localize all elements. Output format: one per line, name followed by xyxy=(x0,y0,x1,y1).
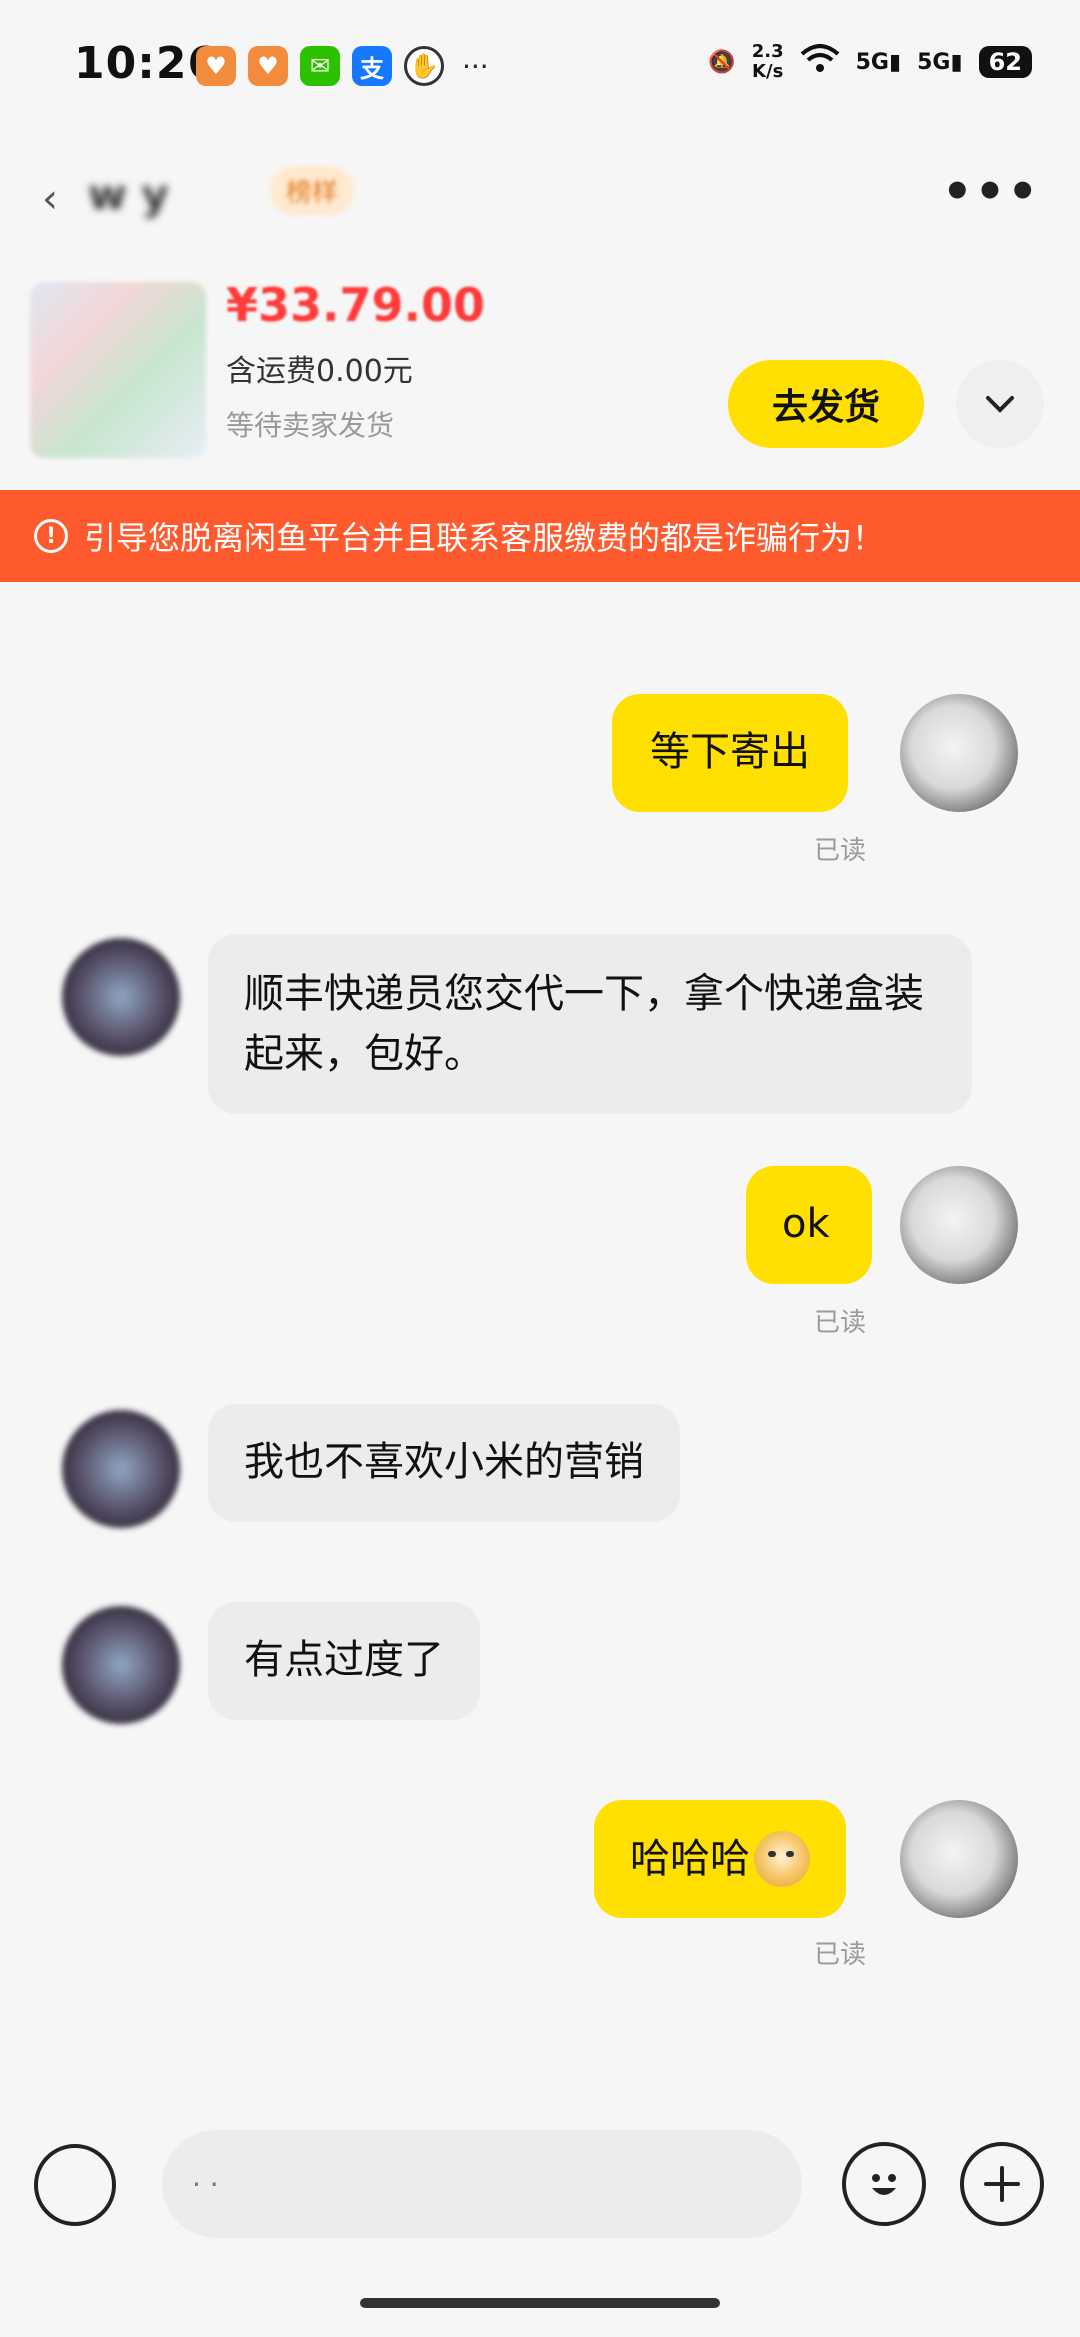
heart-app-icon-2: ♥ xyxy=(248,46,288,86)
network-speed: 2.3 K/s xyxy=(751,41,784,82)
chat-screen: 10:26 ♥ ♥ ✉ 支 ✋ ··· 🔕 2.3 K/s 5G▮ 5G▮ 62… xyxy=(0,0,1080,2337)
battery-icon: 62 xyxy=(978,46,1032,78)
smiley-icon xyxy=(872,2174,896,2195)
message-text: 哈哈哈 xyxy=(630,1836,750,1882)
heart-app-icon: ♥ xyxy=(196,46,236,86)
sim2-signal-icon: 5G▮ xyxy=(917,49,963,75)
status-bar: 10:26 ♥ ♥ ✉ 支 ✋ ··· 🔕 2.3 K/s 5G▮ 5G▮ 62 xyxy=(0,0,1080,140)
product-card[interactable]: ¥33.79.00 含运费0.00元 等待卖家发货 去发货 xyxy=(0,262,1080,490)
order-status: 等待卖家发货 xyxy=(226,409,395,442)
voice-input-button[interactable] xyxy=(34,2144,116,2226)
message-list: 等下寄出 已读 顺丰快递员您交代一下，拿个快递盒装起来，包好。 ok 已读 我也… xyxy=(0,582,1080,2112)
expand-button[interactable] xyxy=(956,360,1044,448)
mute-icon: 🔕 xyxy=(708,49,736,75)
avatar[interactable] xyxy=(62,1410,180,1528)
wifi-icon xyxy=(800,44,840,80)
read-receipt: 已读 xyxy=(814,1940,867,1970)
product-shipping: 含运费0.00元 xyxy=(226,354,413,389)
fraud-warning-banner: ! 引导您脱离闲鱼平台并且联系客服缴费的都是诈骗行为！ xyxy=(0,490,1080,582)
message-bubble-sent[interactable]: 等下寄出 xyxy=(612,694,848,812)
contact-badge: 榜样 xyxy=(270,166,355,215)
home-indicator[interactable] xyxy=(360,2298,720,2308)
ship-button[interactable]: 去发货 xyxy=(728,360,924,448)
message-bubble-sent[interactable]: 哈哈哈 xyxy=(594,1800,846,1918)
chat-header: ‹ w y 榜样 ••• xyxy=(0,140,1080,250)
alipay-icon: 支 xyxy=(352,46,392,86)
product-price: ¥33.79.00 xyxy=(226,278,485,332)
wechat-icon: ✉ xyxy=(300,46,340,86)
message-bubble-received[interactable]: 我也不喜欢小米的营销 xyxy=(208,1404,680,1522)
emoji-button[interactable] xyxy=(842,2142,926,2226)
avatar[interactable] xyxy=(900,1166,1018,1284)
system-indicators: 🔕 2.3 K/s 5G▮ 5G▮ 62 xyxy=(708,42,1032,82)
message-bubble-received[interactable]: 有点过度了 xyxy=(208,1602,480,1720)
product-image[interactable] xyxy=(30,282,206,458)
read-receipt: 已读 xyxy=(814,1308,867,1338)
plus-button[interactable] xyxy=(960,2142,1044,2226)
hand-icon: ✋ xyxy=(404,46,444,86)
sim1-signal-icon: 5G▮ xyxy=(855,49,902,75)
back-icon[interactable]: ‹ xyxy=(42,176,58,222)
notification-icons: ♥ ♥ ✉ 支 ✋ ··· xyxy=(196,46,489,86)
input-bar xyxy=(0,2120,1080,2250)
more-notifications-icon: ··· xyxy=(462,49,489,83)
chevron-down-icon xyxy=(986,396,1014,413)
read-receipt: 已读 xyxy=(814,836,867,866)
plus-icon xyxy=(984,2166,1020,2202)
doge-emoji-icon xyxy=(754,1831,810,1887)
avatar[interactable] xyxy=(62,938,180,1056)
message-bubble-received[interactable]: 顺丰快递员您交代一下，拿个快递盒装起来，包好。 xyxy=(208,934,972,1114)
avatar[interactable] xyxy=(900,1800,1018,1918)
contact-name[interactable]: w y xyxy=(88,170,169,219)
message-bubble-sent[interactable]: ok xyxy=(746,1166,872,1284)
avatar[interactable] xyxy=(62,1606,180,1724)
warning-text: 引导您脱离闲鱼平台并且联系客服缴费的都是诈骗行为！ xyxy=(84,519,885,557)
message-input[interactable] xyxy=(162,2130,802,2238)
more-options-button[interactable]: ••• xyxy=(942,164,1040,220)
avatar[interactable] xyxy=(900,694,1018,812)
warning-icon: ! xyxy=(34,519,68,553)
